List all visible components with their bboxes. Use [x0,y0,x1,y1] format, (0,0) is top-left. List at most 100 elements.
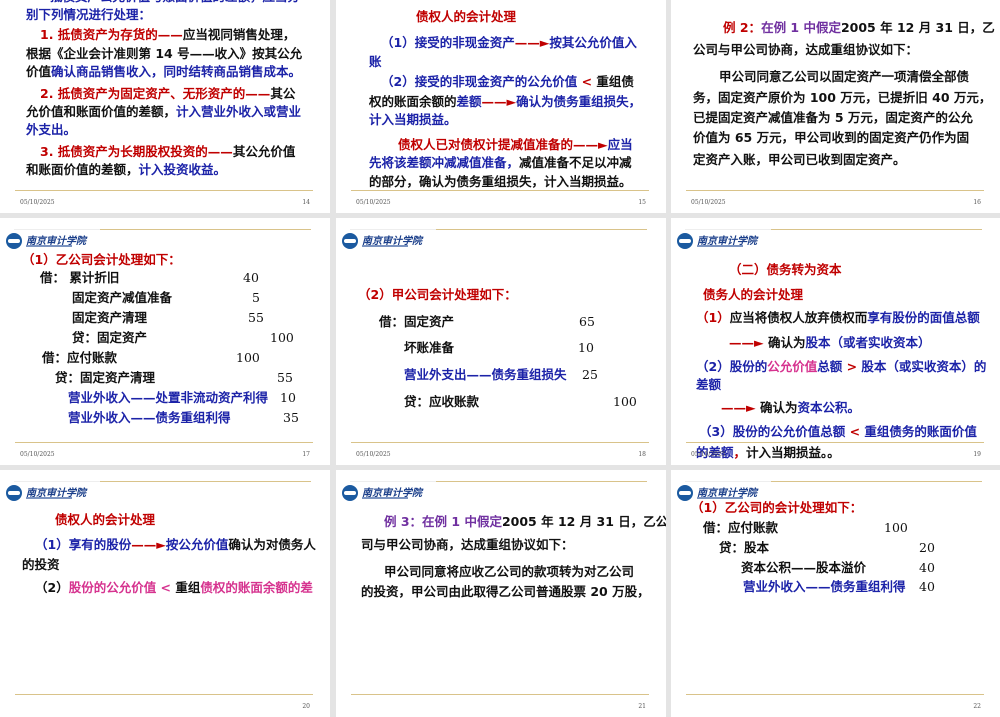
entry-amount: 100 [613,394,637,409]
text-run: 营业外收入——债务重组利得 [68,410,231,425]
slide-text-line: 例 2：在例 1 中假定2005 年 12 月 31 日，乙 [723,20,995,36]
text-run: 别下列情况进行处理： [26,7,152,22]
slide-text-line: （1）接受的非现金资产——►按其公允价值入 [381,35,637,51]
slide-thumbnail-19[interactable]: 南京审计学院 （二）债务转为资本 债务人的会计处理 （1）应当将债权人放弃债权而享有股… [671,218,1000,465]
text-run: 重组债务的账面价值 [860,424,977,439]
text-run: 贷：固定资产 [72,330,148,345]
text-run: ——► [729,335,764,350]
text-run: 账 [369,54,382,69]
slide-number: 14 [302,199,310,206]
text-run: 应当视同销售处理， [182,27,296,42]
slide-text-line: （1）享有的股份——►按公允价值确认为对债务人 [35,537,316,553]
slide-text-line: 公司与甲公司协商，达成重组协议如下： [693,42,918,58]
text-run: 按公允价值 [165,537,229,552]
text-run: 资本公积——股本溢价 [741,560,867,575]
slide-text-line: 已提固定资产减值准备为 5 万元，固定资产的公允 [693,110,973,126]
text-run: 其公 [270,86,296,101]
text-run: 的投资，甲公司由此取得乙公司普通股票 20 万股， [361,584,650,599]
slide-text-line: 根据《企业会计准则第 14 号——收入》按其公允 [26,46,302,62]
slide-number: 22 [973,703,981,710]
text-run: 借：应付账款 [42,350,118,365]
slide-thumbnail-15[interactable]: 债权人的会计处理 （1）接受的非现金资产——►按其公允价值入账（2）接受的非现金资… [336,0,666,213]
text-run: 债务人的会计处理 [703,287,804,302]
entry-amount: 35 [283,410,299,425]
text-run: 计入营业外收入或营业 [176,104,302,119]
text-run: 2005 年 12 月 31 日，乙公 [501,514,666,529]
header-divider [350,229,436,230]
slide-thumbnail-14[interactable]: 抵债资产公允价值与账面价值的差额，应当分别下列情况进行处理： 1. 抵债资产为存货… [0,0,330,213]
header-divider [100,229,311,230]
entry-amount: 100 [236,350,260,365]
text-run: （3）股份的公允价值总额 [699,424,850,439]
header-divider [771,481,982,482]
university-logo: 南京审计学院 [677,233,757,251]
logo-subtitle [26,497,72,499]
entry-amount: 5 [252,290,260,305]
university-logo: 南京审计学院 [6,485,86,503]
header-divider [771,229,982,230]
entry-amount: 10 [280,390,296,405]
slide-text-line: （二）债务转为资本 [729,262,842,278]
entry-amount: 65 [579,314,595,329]
slide-text-line: （2）股份的公允价值总额 > 股本（或实收资本）的 [696,359,986,375]
text-run: 公允价值 [767,359,818,374]
slide-thumbnail-21[interactable]: 南京审计学院例 3：在例 1 中假定2005 年 12 月 31 日，乙公 司与甲… [336,470,666,717]
slide-text-line: 差额 [696,377,721,393]
logo-subtitle [697,245,743,247]
footer-divider [686,442,984,443]
text-run: 1. 抵债资产为存货的—— [40,27,183,42]
text-run: 固定资产减值准备 [72,290,173,305]
text-run: 计入投资收益。 [138,162,227,177]
footer-divider [351,694,649,695]
text-run: 允价值和账面价值的差额， [26,104,177,119]
university-logo: 南京审计学院 [6,233,86,251]
slide-date: 05/10/2025 [356,451,391,458]
logo-subtitle [697,497,743,499]
text-run: 按其公允价值入 [549,35,637,50]
text-run: 借：固定资产 [379,314,455,329]
slide-thumbnail-16[interactable]: 例 2：在例 1 中假定2005 年 12 月 31 日，乙公司与甲公司协商，达… [671,0,1000,213]
slide-text-line: 价值确认商品销售收入，同时结转商品销售成本。 [26,64,301,80]
slide-text-line: （1）乙公司会计处理如下： [22,252,181,268]
text-run: 权的账面余额的 [369,94,457,109]
text-run: 价值为 65 万元，甲公司收到的固定资产仍作为固 [693,130,970,145]
logo-emblem-icon [677,233,693,249]
footer-divider [15,442,313,443]
slide-thumbnail-17[interactable]: 南京审计学院 （1）乙公司会计处理如下： 借： 累计折旧 40 固定资产减值准备 5 固定资… [0,218,330,465]
text-run: 重组 [175,580,201,595]
slide-thumbnail-18[interactable]: 南京审计学院 （2）甲公司会计处理如下： 借：固定资产 65 坏账准备 10 营业外支出——… [336,218,666,465]
logo-emblem-icon [6,485,22,501]
header-divider [436,229,647,230]
slide-text-line: 借：应付账款 [703,520,778,536]
entry-amount: 10 [578,340,594,355]
slide-thumbnail-22[interactable]: 南京审计学院 （1）乙公司的会计处理如下： 借：应付账款 100 贷：股本 20 资本公积—… [671,470,1000,717]
text-run: （1）乙公司会计处理如下： [22,252,181,267]
slide-text-line: 允价值和账面价值的差额，计入营业外收入或营业 [26,104,301,120]
slide-date: 05/10/2025 [691,451,726,458]
slide-text-line: 贷：固定资产清理 [55,370,155,386]
text-run: （二）债务转为资本 [729,262,842,277]
slide-text-line: 债权人的会计处理 [55,512,155,528]
text-run: （1）乙公司的会计处理如下： [691,500,863,515]
text-run: 应当 [607,137,633,152]
text-run: ——► [131,537,166,552]
entry-amount: 40 [919,579,935,594]
slide-date: 05/10/2025 [356,199,391,206]
slide-date: 05/10/2025 [691,199,726,206]
text-run: （2）股份的 [696,359,768,374]
slide-text-line: 资本公积——股本溢价 [741,560,866,576]
text-run: 贷：固定资产清理 [55,370,156,385]
text-run: 司与甲公司协商，达成重组协议如下： [361,537,574,552]
logo-emblem-icon [677,485,693,501]
text-run: 例 3：在例 1 中假定 [384,514,502,529]
text-run: 差额 [696,377,722,392]
text-run: （1）享有的股份 [35,537,132,552]
slide-text-line: ——► 确认为资本公积。 [721,400,860,416]
text-run: 根据《企业会计准则第 14 号——收入》按其公允 [26,46,303,61]
slide-thumbnail-20[interactable]: 南京审计学院 债权人的会计处理 （1）享有的股份——►按公允价值确认为对债务人 的投资… [0,470,330,717]
slide-text-line: 外支出。 [26,122,76,138]
footer-divider [351,190,649,191]
text-run: （2）甲公司会计处理如下： [358,287,517,302]
slide-text-line: 和账面价值的差额，计入投资收益。 [26,162,226,178]
slide-date: 05/10/2025 [20,199,55,206]
